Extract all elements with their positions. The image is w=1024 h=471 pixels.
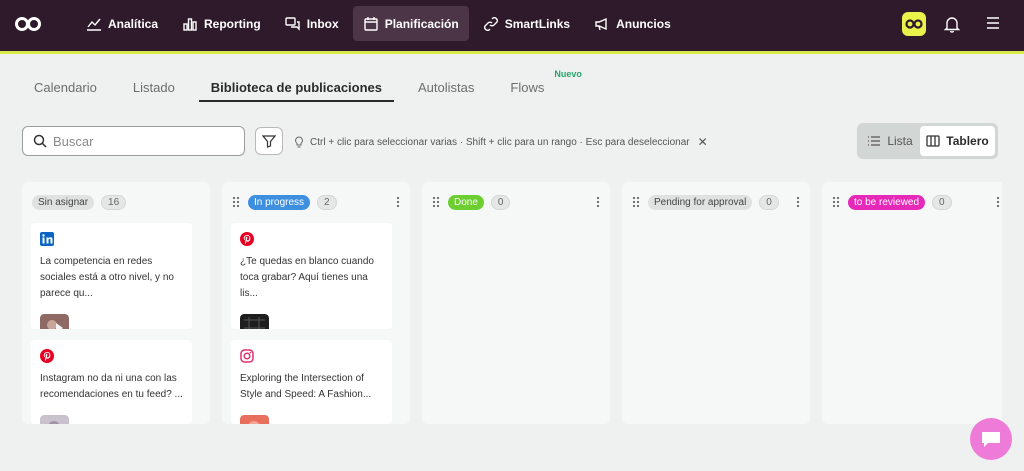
bell-icon[interactable] [944,15,960,33]
nav-item-planificacion[interactable]: Planificación [352,6,469,41]
nav-item-label: Inbox [306,16,339,31]
pinterest-icon [240,232,254,246]
selection-hint: Ctrl + clic para seleccionar varias · Sh… [293,135,708,149]
chart-line-icon [87,18,101,31]
view-board-button[interactable]: Tablero [920,126,995,156]
column-count: 0 [759,194,779,210]
close-hint-icon[interactable]: ✕ [698,135,708,149]
status-pill: Done [448,194,484,210]
post-card[interactable]: La competencia en redes sociales está a … [31,223,192,329]
post-card-text: Instagram no da ni una con las recomenda… [40,373,183,400]
linkedin-icon [40,232,54,246]
nav-item-label: Reporting [204,16,261,31]
status-pill: Pending for approval [648,194,753,210]
column-count: 0 [932,194,952,210]
drag-handle-icon[interactable] [232,196,240,208]
nav-item-analitica[interactable]: Analítica [76,6,168,41]
tab-listado[interactable]: Listado [121,72,187,102]
megaphone-icon [595,17,607,30]
nav-item-label: Planificación [384,16,459,31]
column-done: Done 0 [422,182,610,424]
board-columns-icon [926,135,940,147]
nav-item-smartlinks[interactable]: SmartLinks [473,6,580,41]
chat-bubbles-icon [284,16,300,31]
post-card-text: La competencia en redes sociales está a … [40,256,174,299]
column-to-be-reviewed: to be reviewed 0 [822,182,1002,424]
infinity-logo-icon [905,19,923,29]
column-pending-approval: Pending for approval 0 [622,182,810,424]
post-card[interactable]: Exploring the Intersection of Style and … [231,340,392,424]
topbar-accent-line [0,51,1024,54]
post-thumbnail [240,314,269,329]
column-header: to be reviewed 0 [832,194,952,210]
view-board-label: Tablero [946,134,989,148]
post-thumbnail [40,415,69,424]
tab-biblioteca[interactable]: Biblioteca de publicaciones [198,72,395,102]
post-card[interactable]: Instagram no da ni una con las recomenda… [31,340,192,424]
nav-item-label: SmartLinks [504,16,571,31]
post-thumbnail [40,314,69,329]
pinterest-icon [40,349,54,363]
post-card[interactable]: ¿Te quedas en blanco cuando toca grabar?… [231,223,392,329]
search-icon [33,134,47,148]
column-menu-icon[interactable] [596,196,600,208]
tab-calendario[interactable]: Calendario [22,72,109,102]
tab-autolistas[interactable]: Autolistas [406,72,486,102]
column-count: 2 [317,194,337,210]
chat-launcher-button[interactable] [970,418,1012,460]
drag-handle-icon[interactable] [632,196,640,208]
search-input[interactable] [53,133,223,149]
main-nav: Analítica Reporting Inbox Planificación … [76,6,685,41]
chat-bubble-icon [982,432,1000,447]
column-sin-asignar: Sin asignar 16 La competencia en redes s… [22,182,210,424]
post-card-text: ¿Te quedas en blanco cuando toca grabar?… [240,256,374,299]
nav-item-anuncios[interactable]: Anuncios [584,6,681,41]
nav-item-label: Analítica [108,16,159,31]
status-pill: Sin asignar [32,194,95,210]
filter-button[interactable] [255,127,283,155]
column-count: 16 [101,194,127,210]
column-header: Pending for approval 0 [632,194,779,210]
link-icon [483,16,498,31]
infinity-logo-icon[interactable] [14,13,42,35]
view-list-button[interactable]: Lista [860,126,920,156]
new-badge: Nuevo [554,69,582,79]
planning-tabs: Calendario Listado Biblioteca de publica… [22,69,582,102]
filter-icon [262,135,276,148]
selection-hint-text: Ctrl + clic para seleccionar varias · Sh… [310,136,690,148]
status-pill: In progress [248,194,311,210]
column-menu-icon[interactable] [396,196,400,208]
view-list-label: Lista [887,134,913,148]
list-icon [868,136,881,146]
column-menu-icon[interactable] [996,196,1000,208]
drag-handle-icon[interactable] [832,196,840,208]
nav-item-reporting[interactable]: Reporting [172,6,271,41]
kanban-board: Sin asignar 16 La competencia en redes s… [22,182,1002,424]
column-header: Sin asignar 16 [32,194,127,210]
nav-item-inbox[interactable]: Inbox [275,6,349,41]
calendar-icon [363,16,378,31]
column-header: In progress 2 [232,194,337,210]
hamburger-menu-icon[interactable] [986,16,1000,30]
instagram-icon [240,349,254,363]
top-navigation-bar: Analítica Reporting Inbox Planificación … [0,0,1024,51]
status-pill: to be reviewed [848,194,926,210]
post-card-text: Exploring the Intersection of Style and … [240,373,372,400]
drag-handle-icon[interactable] [432,196,440,208]
bar-chart-icon [183,17,197,31]
column-in-progress: In progress 2 ¿Te quedas en blanco cuand… [222,182,410,424]
column-count: 0 [490,194,511,210]
view-toggle: Lista Tablero [857,123,998,159]
post-thumbnail [240,415,269,424]
search-box[interactable] [22,126,245,156]
column-header: Done 0 [432,194,511,210]
nav-item-label: Anuncios [616,16,671,31]
tab-flows[interactable]: Flows [498,72,556,102]
lightbulb-icon [295,136,303,148]
column-menu-icon[interactable] [796,196,800,208]
workspace-avatar[interactable] [902,12,926,36]
